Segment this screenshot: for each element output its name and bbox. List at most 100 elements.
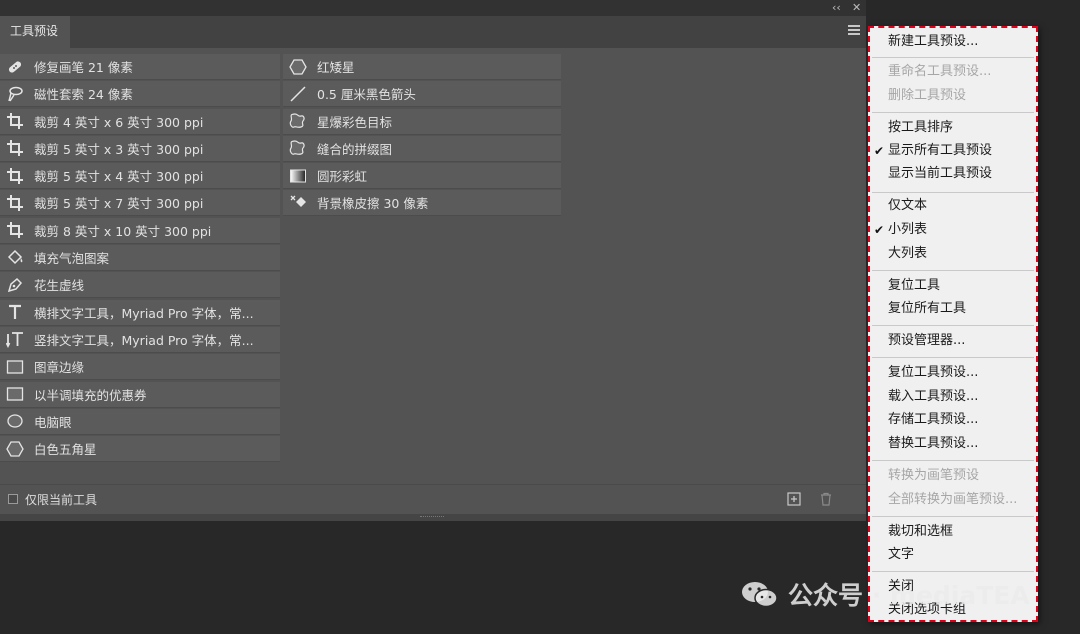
custom-shape-icon	[287, 110, 309, 132]
crop-icon	[4, 165, 26, 187]
crop-icon	[4, 219, 26, 241]
healing-brush-icon	[4, 56, 26, 78]
tab-tool-presets[interactable]: 工具预设	[0, 16, 70, 48]
menu-item: 转换为画笔预设	[888, 468, 980, 483]
preset-label: 裁剪 5 英寸 x 4 英寸 300 ppi	[34, 169, 204, 185]
preset-item[interactable]: 星爆彩色目标	[283, 108, 561, 135]
menu-item[interactable]: 载入工具预设...	[888, 388, 978, 406]
preset-label: 花生虚线	[34, 278, 85, 294]
menu-separator	[872, 192, 1034, 193]
trash-icon[interactable]	[818, 491, 834, 507]
menu-item[interactable]: 替换工具预设...	[888, 435, 978, 453]
preset-item[interactable]: 竖排文字工具，Myriad Pro 字体，常...	[0, 326, 280, 353]
preset-label: 红矮星	[317, 60, 355, 75]
preset-item[interactable]: 白色五角星	[0, 436, 280, 463]
preset-item[interactable]: 红矮星	[283, 54, 561, 80]
menu-separator	[872, 325, 1034, 326]
preset-item[interactable]: 磁性套索 24 像素	[0, 81, 280, 108]
menu-item[interactable]: 裁切和选框	[888, 523, 953, 541]
preset-item[interactable]: 花生虚线	[0, 272, 280, 299]
menu-item[interactable]: 文字	[888, 546, 914, 564]
menu-item[interactable]: 预设管理器...	[888, 332, 965, 350]
crop-icon	[4, 137, 26, 159]
menu-item[interactable]: 显示当前工具预设	[888, 165, 992, 183]
menu-separator	[872, 112, 1034, 113]
preset-label: 白色五角星	[34, 442, 97, 458]
preset-label: 图章边缘	[34, 360, 85, 376]
menu-item[interactable]: 仅文本	[888, 197, 927, 215]
preset-item[interactable]: 圆形彩虹	[283, 163, 561, 190]
new-preset-icon[interactable]	[786, 491, 802, 507]
preset-label: 电脑眼	[34, 414, 72, 430]
preset-label: 磁性套索 24 像素	[34, 87, 133, 103]
tool-presets-panel: ‹‹ ✕ 工具预设 修复画笔 21 像素 磁性套索 24 像素裁剪 4 英寸 x …	[0, 0, 866, 521]
menu-item[interactable]: 小列表	[888, 221, 927, 239]
rectangle-icon	[4, 383, 26, 405]
panel-resize-grip[interactable]	[0, 514, 866, 521]
preset-item[interactable]: 裁剪 5 英寸 x 4 英寸 300 ppi	[0, 163, 280, 190]
preset-item[interactable]: 以半调填充的优惠券	[0, 381, 280, 408]
menu-item: 全部转换为画笔预设...	[888, 492, 1018, 507]
menu-item[interactable]: 复位工具预设...	[888, 364, 978, 382]
gradient-icon	[287, 165, 309, 187]
crop-icon	[4, 110, 26, 132]
current-tool-only-checkbox[interactable]	[8, 494, 18, 504]
menu-separator	[872, 571, 1034, 572]
preset-label: 裁剪 8 英寸 x 10 英寸 300 ppi	[34, 223, 212, 239]
preset-label: 填充气泡图案	[34, 251, 110, 267]
collapse-panel-button[interactable]: ‹‹	[832, 1, 841, 15]
paint-bucket-icon	[4, 247, 26, 269]
panel-title-strip: ‹‹ ✕	[0, 0, 866, 16]
preset-label: 圆形彩虹	[317, 169, 368, 185]
current-tool-only-label: 仅限当前工具	[25, 493, 98, 507]
preset-item[interactable]: 背景橡皮擦 30 像素	[283, 190, 561, 217]
menu-item[interactable]: 按工具排序	[888, 119, 953, 137]
preset-label: 0.5 厘米黑色箭头	[317, 87, 416, 103]
pen-icon	[4, 274, 26, 296]
checkmark-icon: ✔	[874, 144, 885, 158]
preset-item[interactable]: 裁剪 8 英寸 x 10 英寸 300 ppi	[0, 217, 280, 244]
hamburger-icon[interactable]	[848, 25, 860, 37]
preset-label: 横排文字工具，Myriad Pro 字体，常...	[34, 305, 254, 321]
preset-label: 裁剪 5 英寸 x 7 英寸 300 ppi	[34, 196, 204, 212]
menu-item[interactable]: 存储工具预设...	[888, 411, 978, 429]
menu-item[interactable]: 大列表	[888, 245, 927, 263]
watermark: 公众号 · mediaTEA	[740, 576, 1030, 612]
preset-item[interactable]: 裁剪 4 英寸 x 6 英寸 300 ppi	[0, 108, 280, 135]
menu-item[interactable]: 显示所有工具预设	[888, 142, 992, 160]
wechat-icon	[740, 579, 780, 609]
preset-item[interactable]: 裁剪 5 英寸 x 3 英寸 300 ppi	[0, 135, 280, 162]
preset-label: 以半调填充的优惠券	[34, 387, 147, 403]
menu-separator	[872, 460, 1034, 461]
preset-item[interactable]: 裁剪 5 英寸 x 7 英寸 300 ppi	[0, 190, 280, 217]
crop-icon	[4, 192, 26, 214]
close-panel-button[interactable]: ✕	[852, 1, 861, 15]
line-icon	[287, 83, 309, 105]
preset-item[interactable]: 填充气泡图案	[0, 245, 280, 272]
menu-separator	[872, 357, 1034, 358]
preset-label: 缝合的拼缀图	[317, 141, 393, 157]
menu-item[interactable]: 复位工具	[888, 277, 940, 295]
preset-list-column-1: 修复画笔 21 像素 磁性套索 24 像素裁剪 4 英寸 x 6 英寸 300 p…	[0, 54, 280, 463]
preset-item[interactable]: 缝合的拼缀图	[283, 135, 561, 162]
panel-flyout-menu: 新建工具预设... 重命名工具预设... 删除工具预设 按工具排序 ✔ 显示所有工具预设显…	[868, 26, 1038, 622]
menu-separator	[872, 57, 1034, 58]
preset-label: 竖排文字工具，Myriad Pro 字体，常...	[34, 332, 254, 348]
watermark-text: 公众号 · mediaTEA	[788, 581, 1030, 610]
preset-item[interactable]: 横排文字工具，Myriad Pro 字体，常...	[0, 299, 280, 326]
menu-item: 删除工具预设	[888, 88, 967, 103]
menu-item[interactable]: 新建工具预设...	[888, 33, 978, 51]
menu-separator	[872, 516, 1034, 517]
preset-label: 修复画笔 21 像素	[34, 60, 133, 75]
background-eraser-icon	[287, 192, 309, 214]
horizontal-type-icon	[4, 301, 26, 323]
preset-label: 裁剪 5 英寸 x 3 英寸 300 ppi	[34, 141, 204, 157]
preset-item[interactable]: 0.5 厘米黑色箭头	[283, 81, 561, 108]
preset-item[interactable]: 电脑眼	[0, 408, 280, 435]
panel-footer: 仅限当前工具	[0, 484, 866, 514]
menu-item: 重命名工具预设...	[888, 64, 992, 79]
menu-separator	[872, 270, 1034, 271]
menu-item[interactable]: 复位所有工具	[888, 300, 966, 318]
preset-item[interactable]: 修复画笔 21 像素	[0, 54, 280, 80]
preset-item[interactable]: 图章边缘	[0, 354, 280, 381]
